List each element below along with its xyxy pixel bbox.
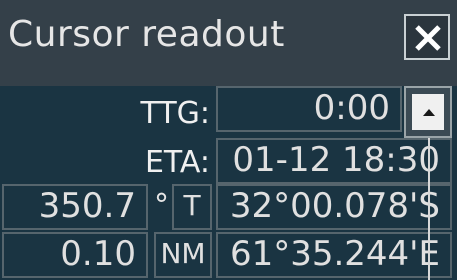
ttg-value: 0:00 <box>216 86 402 132</box>
cursor-readout-window: Cursor readout TTG: 0:00 ETA: 01-12 18:3… <box>0 0 457 280</box>
eta-label: ETA: <box>144 145 210 180</box>
latitude-value: 32°00.078'S <box>216 184 452 230</box>
eta-value: 01-12 18:30 <box>216 138 452 184</box>
bearing-value: 350.7 <box>2 184 148 230</box>
window-title: Cursor readout <box>8 14 285 55</box>
close-button[interactable] <box>404 14 450 60</box>
range-value: 0.10 <box>2 232 148 278</box>
close-icon <box>415 25 441 51</box>
ttg-label: TTG: <box>140 96 210 131</box>
degree-symbol: ° <box>154 188 169 223</box>
leader-line <box>428 138 430 280</box>
range-unit-button[interactable]: NM <box>154 232 212 278</box>
title-bar: Cursor readout <box>0 0 457 86</box>
longitude-value: 61°35.244'E <box>216 232 452 278</box>
triangle-up-icon <box>423 109 435 116</box>
bearing-unit-button[interactable]: T <box>172 184 212 230</box>
up-arrow-button[interactable] <box>404 86 452 138</box>
